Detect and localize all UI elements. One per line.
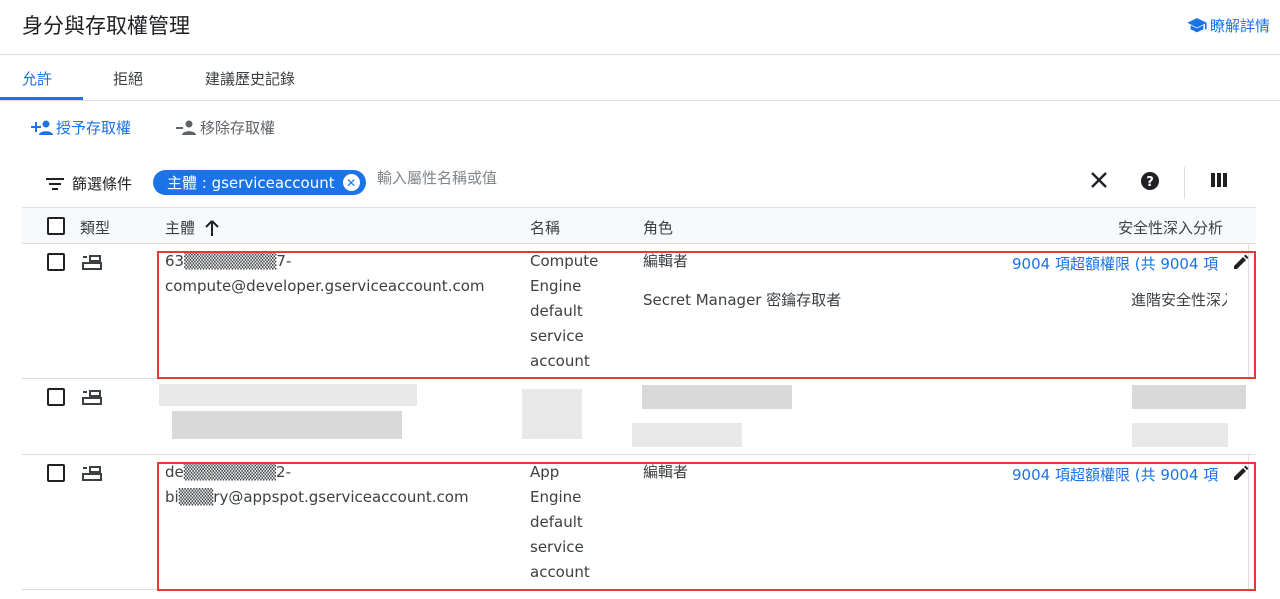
redacted-principal: [159, 384, 417, 406]
filter-label: 篩選條件: [72, 175, 133, 193]
active-tab-indicator: [0, 97, 83, 100]
filter-button[interactable]: 篩選條件: [46, 173, 132, 194]
column-header-principal[interactable]: 主體: [165, 217, 219, 238]
service-account-icon: [82, 390, 102, 405]
sort-arrow-up-icon: [205, 219, 219, 236]
row-checkbox[interactable]: [47, 388, 65, 406]
redacted-role: [642, 385, 792, 409]
table-row: [22, 379, 1256, 455]
person-remove-icon: [176, 120, 196, 135]
remove-access-label: 移除存取權: [200, 119, 276, 137]
highlight-box: [157, 251, 1256, 379]
tab-recommendation-history[interactable]: 建議歷史記錄: [205, 68, 295, 89]
service-account-icon: [82, 466, 102, 481]
redacted-insight: [1132, 385, 1246, 409]
row-checkbox[interactable]: [47, 253, 65, 271]
table-header: 類型 主體 名稱 角色 安全性深入分析: [22, 207, 1256, 244]
learn-more-link[interactable]: 瞭解詳情: [1187, 15, 1270, 36]
toolbar-divider: [1184, 167, 1185, 199]
page-header: 身分與存取權管理 瞭解詳情: [0, 0, 1280, 55]
filter-bar: 篩選條件 主體 : gserviceaccount ✕ ?: [22, 163, 1256, 203]
redacted-role: [632, 423, 742, 447]
help-icon[interactable]: ?: [1140, 171, 1160, 196]
column-header-type: 類型: [80, 219, 111, 237]
service-account-icon: [82, 255, 102, 270]
person-add-icon: [31, 120, 53, 135]
grant-access-label: 授予存取權: [56, 119, 132, 137]
column-display-icon[interactable]: [1210, 171, 1228, 194]
row-checkbox[interactable]: [47, 464, 65, 482]
redacted-principal: [172, 411, 402, 439]
column-header-role: 角色: [643, 219, 674, 237]
svg-text:?: ?: [1146, 175, 1154, 190]
column-header-insights: 安全性深入分析: [1118, 219, 1224, 237]
filter-list-icon: [46, 177, 64, 190]
select-all-checkbox[interactable]: [47, 217, 65, 235]
highlight-box: [157, 462, 1256, 591]
chip-remove-icon[interactable]: ✕: [342, 174, 360, 191]
column-header-principal-label: 主體: [165, 219, 196, 237]
learn-more-label: 瞭解詳情: [1209, 17, 1270, 35]
clear-filter-icon[interactable]: [1090, 171, 1108, 194]
filter-chip[interactable]: 主體 : gserviceaccount ✕: [153, 170, 366, 195]
tab-deny[interactable]: 拒絕: [113, 68, 143, 89]
page-title: 身分與存取權管理: [22, 14, 190, 38]
column-header-name: 名稱: [530, 219, 561, 237]
school-icon: [1187, 17, 1207, 32]
redacted-insight: [1132, 423, 1228, 447]
remove-access-button[interactable]: 移除存取權: [175, 117, 275, 138]
tab-allow[interactable]: 允許: [22, 68, 52, 89]
tab-bar: 允許 拒絕 建議歷史記錄: [0, 56, 1280, 101]
filter-input[interactable]: [377, 169, 977, 187]
redacted-name: [522, 389, 582, 439]
grant-access-button[interactable]: 授予存取權: [31, 117, 131, 138]
filter-chip-label: 主體 : gserviceaccount: [167, 174, 335, 192]
